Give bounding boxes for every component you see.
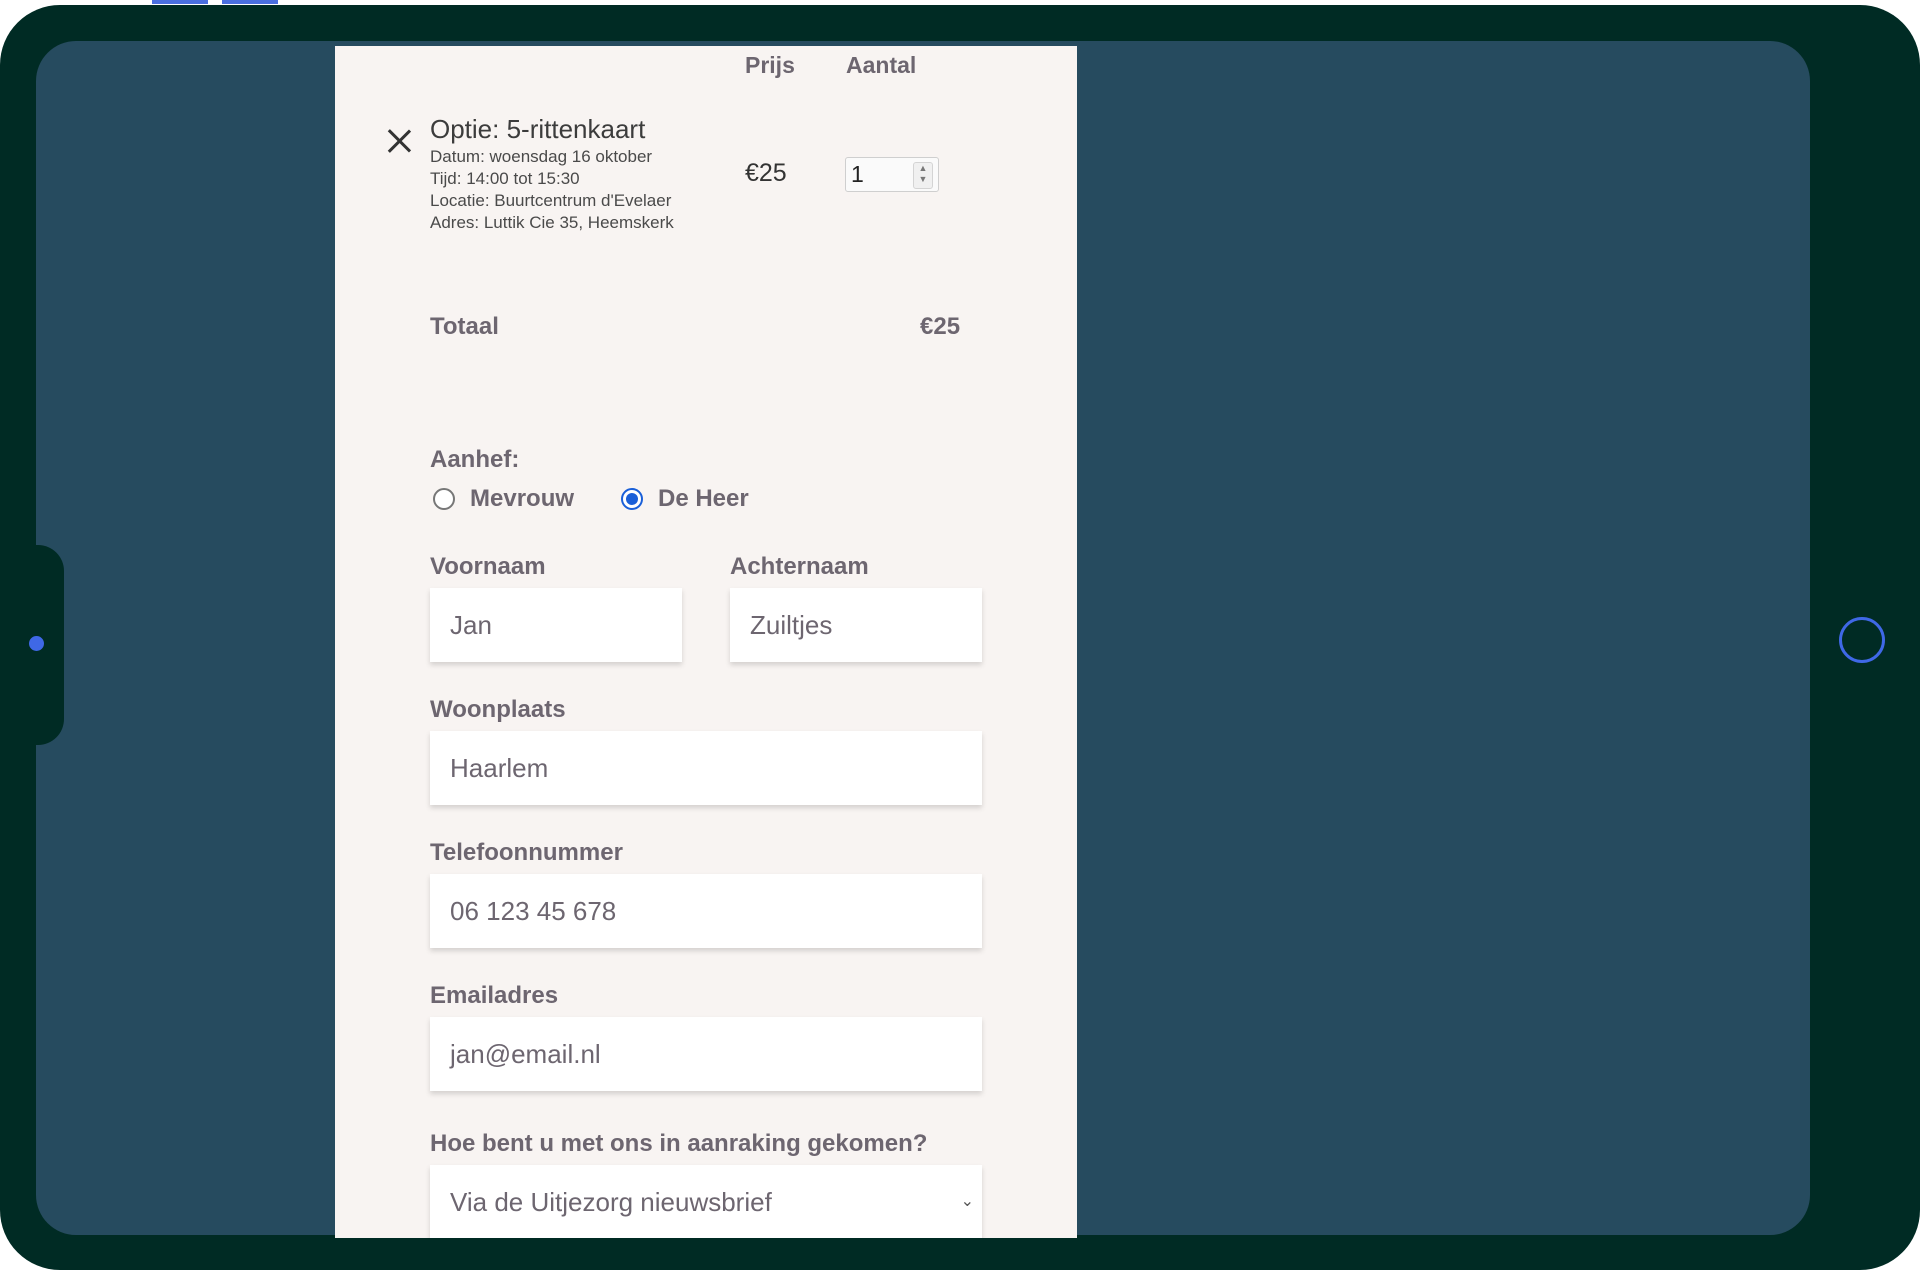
last-name-label: Achternaam (730, 553, 869, 580)
stepper-arrows-icon[interactable]: ▲ ▼ (913, 162, 933, 189)
referral-selected-value: Via de Uitjezorg nieuwsbrief (450, 1186, 772, 1217)
first-name-label: Voornaam (430, 553, 546, 580)
phone-label: Telefoonnummer (430, 839, 623, 866)
referral-label: Hoe bent u met ons in aanraking gekomen? (430, 1130, 928, 1157)
product-time: Tijd: 14:00 tot 15:30 (430, 169, 580, 188)
total-value: €25 (920, 313, 961, 340)
home-button-icon[interactable] (1839, 617, 1885, 663)
quantity-value: 1 (851, 161, 864, 187)
price-column-header: Prijs (745, 52, 795, 78)
order-form-panel: Prijs Aantal Optie: 5-rittenkaart Datum:… (335, 46, 1077, 1238)
first-name-field[interactable]: Jan (430, 588, 682, 662)
city-label: Woonplaats (430, 696, 566, 723)
top-tabs (152, 0, 278, 4)
radio-de-heer-circle[interactable] (621, 488, 643, 510)
top-tab-indicator (152, 0, 208, 4)
radio-de-heer[interactable]: De Heer (621, 485, 749, 513)
phone-field[interactable]: 06 123 45 678 (430, 874, 982, 948)
email-label: Emailadres (430, 982, 559, 1009)
salutation-label: Aanhef: (430, 446, 520, 473)
radio-mevrouw-circle[interactable] (433, 488, 455, 510)
tablet-frame: Prijs Aantal Optie: 5-rittenkaart Datum:… (0, 5, 1920, 1270)
email-field[interactable]: jan@email.nl (430, 1017, 982, 1091)
item-price: €25 (745, 159, 787, 187)
last-name-field[interactable]: Zuiltjes (730, 588, 982, 662)
radio-mevrouw[interactable]: Mevrouw (433, 485, 574, 513)
product-date: Datum: woensdag 16 oktober (430, 147, 653, 166)
referral-select[interactable]: Via de Uitjezorg nieuwsbrief ⌄ (430, 1165, 982, 1238)
product-location: Locatie: Buurtcentrum d'Evelaer (430, 191, 672, 210)
radio-mevrouw-label: Mevrouw (470, 485, 575, 512)
product-address: Adres: Luttik Cie 35, Heemskerk (430, 213, 674, 232)
camera-dot-icon (29, 636, 44, 651)
chevron-down-icon[interactable]: ⌄ (961, 1191, 974, 1211)
total-label: Totaal (430, 313, 499, 340)
quantity-stepper[interactable]: 1 ▲ ▼ (845, 157, 939, 192)
close-icon[interactable] (385, 127, 413, 155)
quantity-column-header: Aantal (846, 52, 917, 78)
top-tab-indicator (222, 0, 278, 4)
product-title: Optie: 5-rittenkaart (430, 114, 646, 144)
city-field[interactable]: Haarlem (430, 731, 982, 805)
radio-de-heer-label: De Heer (658, 485, 749, 512)
